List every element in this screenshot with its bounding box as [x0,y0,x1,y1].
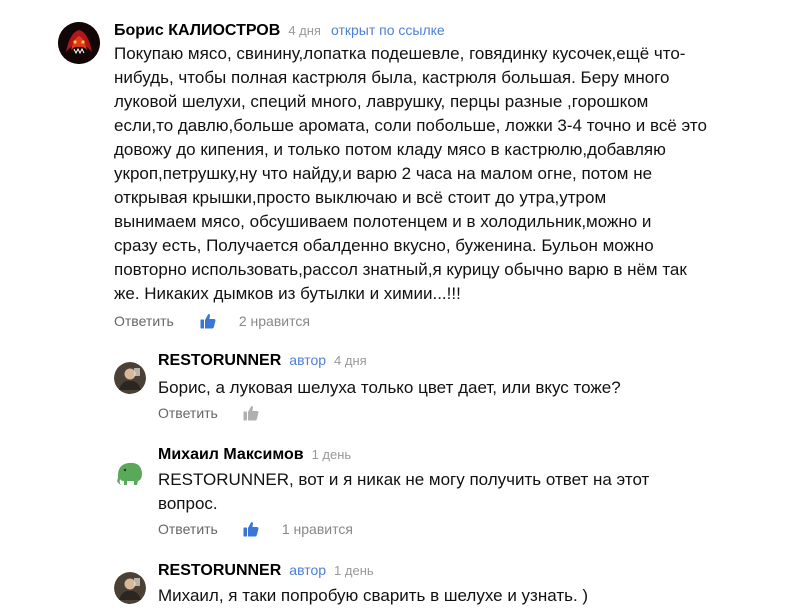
comment-text-line: Михаил, я таки попробую сварить в шелухе… [158,586,589,605]
fire-creature-avatar-icon [58,22,100,64]
thumbs-up-icon [243,406,259,421]
comment-text-line: повторно использовать,рассол знатный,я к… [114,260,687,279]
comment-text: RESTORUNNER, вот и я никак не могу получ… [158,468,758,516]
opened-by-link-label[interactable]: открыт по ссылке [331,22,445,38]
comment-text: Михаил, я таки попробую сварить в шелухе… [158,584,758,608]
comment-text-line: если,то давлю,больше аромата, соли побол… [114,116,707,135]
avatar[interactable] [114,456,146,488]
comment-text-line: сразу есть, Получается обалденно вкусно,… [114,236,654,255]
thumbs-up-icon [200,314,216,329]
like-button[interactable] [242,404,260,422]
comment-text-line: открывая крышки,просто выключаю и всё ст… [114,188,607,207]
comment-time: 1 день [311,447,352,462]
comment-text-line: Борис, а луковая шелуха только цвет дает… [158,378,621,397]
comment-text-line: укроп,петрушку,ну что найду,и варю 2 час… [114,164,653,183]
author-tag: автор [289,352,327,368]
like-button[interactable] [242,520,260,538]
comment-time: 4 дня [334,353,367,368]
comment-text-line: нибудь, чтобы полная кастрюля была, каст… [114,68,670,87]
avatar[interactable] [114,362,146,394]
author-name[interactable]: Борис КАЛИОСТРОВ [114,22,280,40]
likes-count: 1 нравится [281,521,353,537]
author-name[interactable]: RESTORUNNER [158,562,281,580]
reply-button[interactable]: Ответить [114,313,174,329]
person-photo-avatar-icon [114,572,146,604]
like-button[interactable] [199,312,217,330]
comment-text: Борис, а луковая шелуха только цвет дает… [158,376,758,400]
reply-button[interactable]: Ответить [158,521,218,537]
avatar[interactable] [114,572,146,604]
comment-text-line: довожу до кипения, и только потом кладу … [114,140,666,159]
comment-time: 1 день [334,563,374,578]
comment-text-line: RESTORUNNER, вот и я никак не могу получ… [158,470,650,489]
likes-count: 2 нравится [238,313,310,329]
comment-text-line: вынимаем мясо, обсушиваем полотенцем и в… [114,212,652,231]
comment-text-line: же. Никаких дымков из бутылки и химии...… [114,284,461,303]
person-photo-avatar-icon [114,362,146,394]
comment-text-line: луковой шелухи, специй много, лаврушку, … [114,92,649,111]
thumbs-up-icon [243,522,259,537]
elephant-avatar-icon [114,456,146,488]
comment-time: 4 дня [288,23,321,38]
comment-text-line: вопрос. [158,494,218,513]
comments-thread: Борис КАЛИОСТРОВ 4 дня открыт по ссылке … [0,0,800,612]
avatar[interactable] [58,22,100,64]
comment-text-line: Покупаю мясо, свинину,лопатка подешевле,… [114,44,686,63]
author-name[interactable]: Михаил Максимов [158,446,304,464]
author-tag: автор [289,562,327,578]
reply-button[interactable]: Ответить [158,405,218,421]
author-name[interactable]: RESTORUNNER [158,352,281,370]
comment-text: Покупаю мясо, свинину,лопатка подешевле,… [114,42,754,306]
